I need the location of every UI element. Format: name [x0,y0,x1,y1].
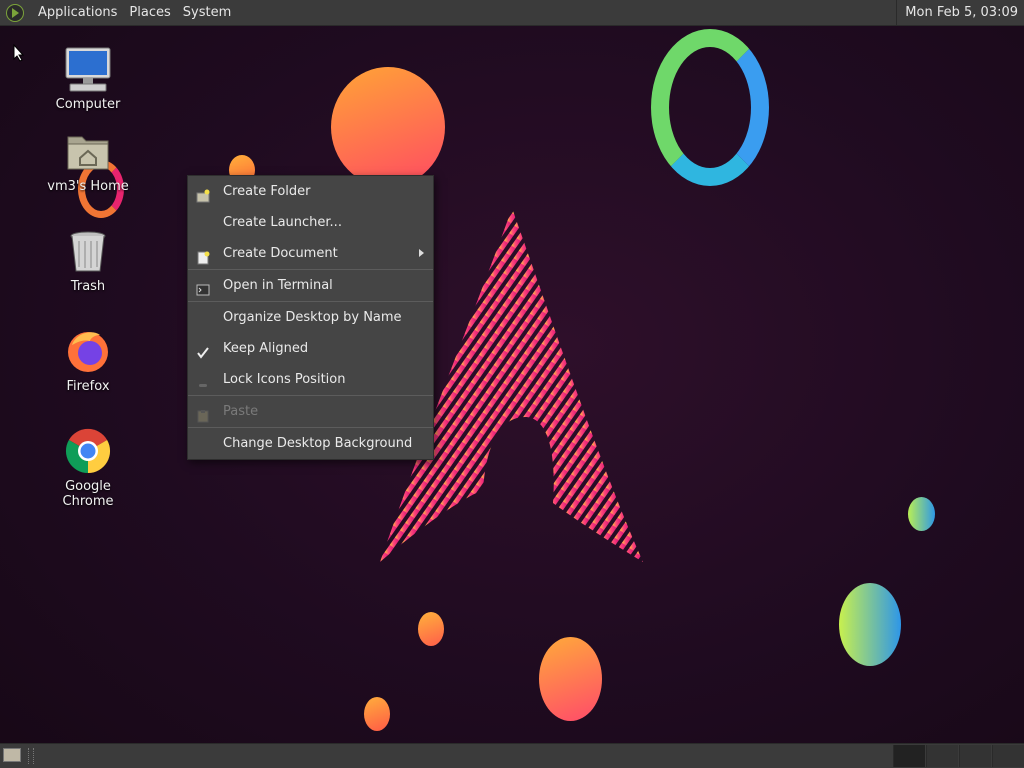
desktop-context-menu: Create Folder Create Launcher... Create … [187,175,434,460]
menu-item-label: Change Desktop Background [223,436,413,451]
menu-item-keep-aligned[interactable]: Keep Aligned [188,333,433,364]
lock-toggle-icon [196,372,210,387]
menu-item-label: Paste [223,404,259,419]
computer-icon [64,45,112,93]
desktop-icon-label: Firefox [66,379,110,394]
new-folder-icon [196,184,210,203]
show-desktop-icon[interactable] [3,748,21,762]
menu-item-create-launcher[interactable]: Create Launcher... [188,207,433,238]
menu-item-change-background[interactable]: Change Desktop Background [188,428,433,459]
chrome-icon [64,427,112,475]
desktop-icon-firefox[interactable]: Firefox [38,327,138,394]
wallpaper-green-blue-balloon [839,583,901,666]
new-document-icon [196,246,210,265]
terminal-icon [196,278,210,296]
wallpaper-rainbow-ring [651,29,769,186]
workspace-1[interactable] [893,745,925,767]
paste-icon [196,404,210,423]
clock[interactable]: Mon Feb 5, 03:09 [896,0,1024,25]
top-panel: Applications Places System Mon Feb 5, 03… [0,0,1024,26]
wallpaper-orange-dot-2 [364,697,390,731]
workspace-4[interactable] [992,745,1024,767]
desktop-icon-label: Google Chrome [62,479,114,509]
bottom-panel [0,743,1024,768]
wallpaper-orange-balloon-large [331,67,445,187]
menu-item-label: Open in Terminal [223,278,333,293]
menu-item-label: Create Folder [223,184,311,199]
firefox-icon [64,327,112,375]
desktop-icon-computer[interactable]: Computer [38,45,138,112]
desktop-icon-label: Trash [70,279,106,294]
menu-item-lock-icons[interactable]: Lock Icons Position [188,364,433,395]
places-menu[interactable]: Places [123,5,176,20]
desktop-icon-home[interactable]: vm3's Home [38,127,138,194]
menu-item-label: Create Launcher... [223,215,342,230]
menu-item-label: Keep Aligned [223,341,309,356]
desktop-icon-trash[interactable]: Trash [38,227,138,294]
menu-item-create-document[interactable]: Create Document [188,238,433,269]
menu-item-create-folder[interactable]: Create Folder [188,176,433,207]
mate-logo-icon[interactable] [6,3,24,22]
mouse-cursor-icon [13,44,25,62]
checkmark-icon [196,341,210,359]
home-folder-icon [64,127,112,175]
desktop-icon-chrome[interactable]: Google Chrome [38,427,138,509]
menu-item-organize-desktop[interactable]: Organize Desktop by Name [188,302,433,333]
menu-item-paste[interactable]: Paste [188,396,433,427]
panel-handle[interactable] [28,748,34,764]
workspace-2[interactable] [926,745,958,767]
wallpaper-orange-dot-1 [418,612,444,646]
menu-item-label: Organize Desktop by Name [223,310,402,325]
desktop-icon-label: Computer [55,97,121,112]
workspace-3[interactable] [959,745,991,767]
desktop-icon-label: vm3's Home [47,179,129,194]
wallpaper-green-blue-dot [908,497,935,531]
system-menu[interactable]: System [177,5,237,20]
wallpaper-orange-balloon-bottom [539,637,602,721]
trash-icon [64,227,112,275]
submenu-arrow-icon [419,249,424,257]
menu-item-open-terminal[interactable]: Open in Terminal [188,270,433,301]
menu-item-label: Create Document [223,246,338,261]
applications-menu[interactable]: Applications [32,5,123,20]
menu-item-label: Lock Icons Position [223,372,346,387]
